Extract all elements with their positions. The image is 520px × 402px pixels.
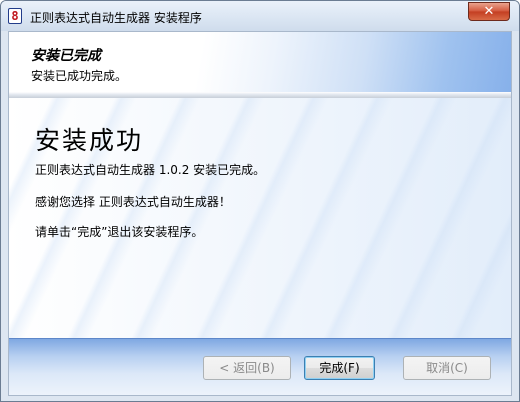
- title-bar[interactable]: 8 正则表达式自动生成器 安装程序 ✕: [1, 1, 519, 31]
- success-heading: 安装成功: [35, 126, 144, 155]
- header-subtitle: 安装已成功完成。: [31, 69, 128, 83]
- thanks-text: 感谢您选择 正则表达式自动生成器！: [35, 195, 231, 209]
- app-icon: 8: [8, 8, 22, 24]
- window-title: 正则表达式自动生成器 安装程序: [30, 11, 202, 25]
- finish-button[interactable]: 完成(F): [304, 356, 375, 380]
- wizard-header: 安装已完成 安装已成功完成。: [9, 32, 511, 92]
- instruction-text: 请单击“完成”退出该安装程序。: [35, 225, 204, 239]
- close-button[interactable]: ✕: [468, 2, 510, 21]
- install-complete-text: 正则表达式自动生成器 1.0.2 安装已完成。: [35, 163, 266, 177]
- cancel-button[interactable]: 取消(C): [403, 356, 491, 380]
- header-title: 安装已完成: [31, 48, 101, 64]
- wizard-client-area: 安装已完成 安装已成功完成。 安装成功 正则表达式自动生成器 1.0.2 安装已…: [8, 31, 512, 396]
- wizard-body: 安装成功 正则表达式自动生成器 1.0.2 安装已完成。 感谢您选择 正则表达式…: [9, 98, 511, 338]
- installer-window: 8 正则表达式自动生成器 安装程序 ✕ 安装已完成 安装已成功完成。 安装成功 …: [0, 0, 520, 402]
- back-button[interactable]: < 返回(B): [203, 356, 291, 380]
